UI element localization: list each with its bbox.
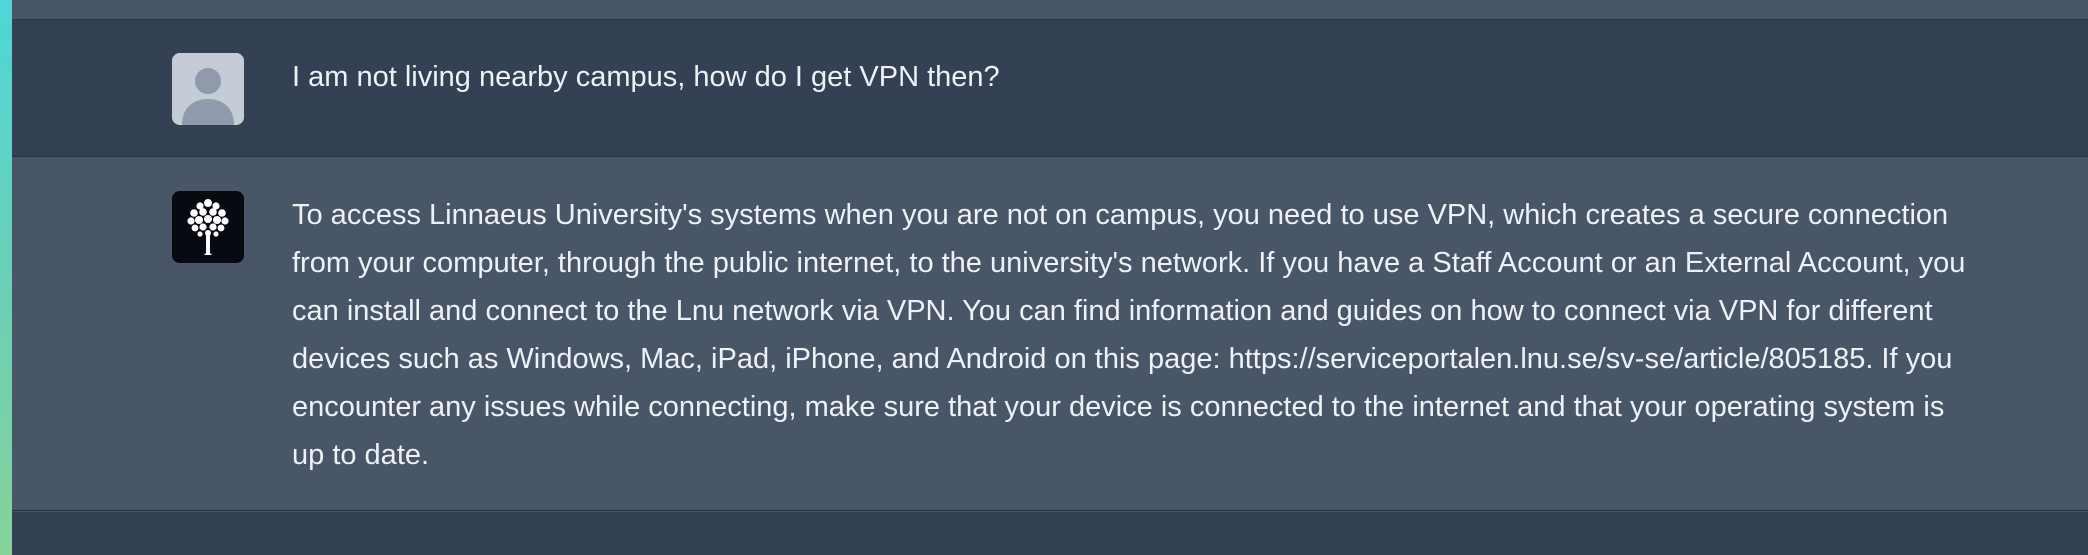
chat-page: I am not living nearby campus, how do I … <box>0 0 2088 555</box>
previous-message-edge <box>12 0 2088 20</box>
user-message: I am not living nearby campus, how do I … <box>12 20 2088 157</box>
window-edge-strip <box>0 0 12 555</box>
chat-thread[interactable]: I am not living nearby campus, how do I … <box>12 0 2088 555</box>
next-message-edge <box>12 512 2088 555</box>
user-avatar <box>172 53 244 125</box>
tree-logo-icon <box>172 191 244 263</box>
assistant-message: To access Linnaeus University's systems … <box>12 158 2088 511</box>
user-silhouette-icon <box>172 53 244 125</box>
user-message-text: I am not living nearby campus, how do I … <box>292 61 1000 93</box>
assistant-message-text: To access Linnaeus University's systems … <box>292 199 1966 471</box>
assistant-avatar <box>172 191 244 263</box>
